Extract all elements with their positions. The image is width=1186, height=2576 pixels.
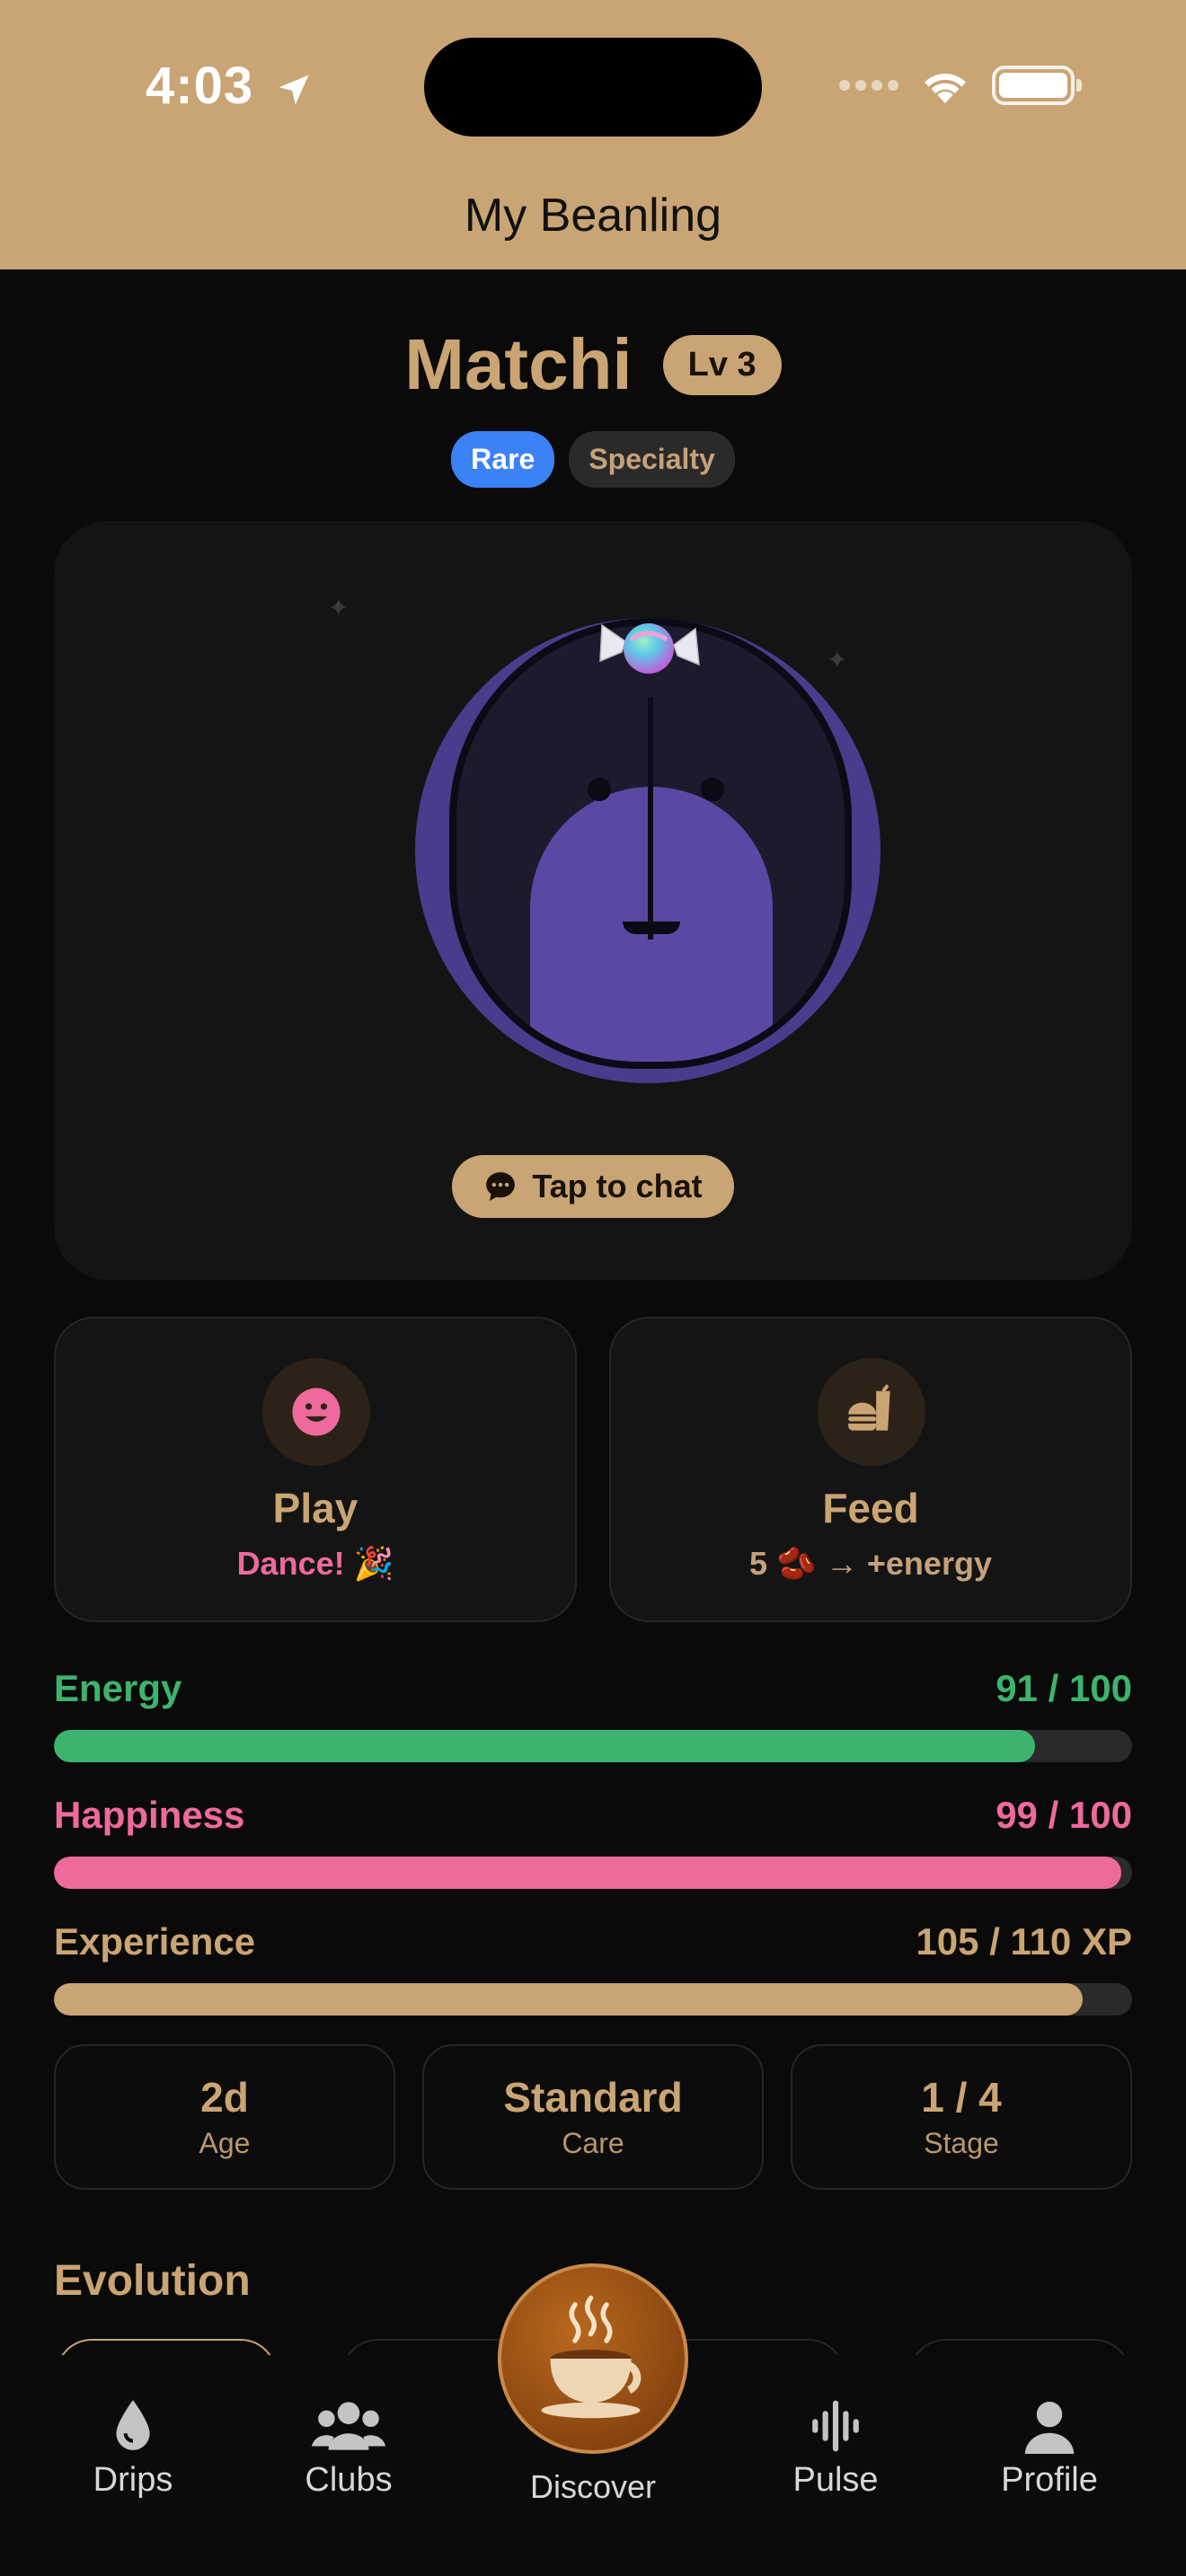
wifi-icon [925, 73, 966, 103]
feed-icon-wrap [818, 1358, 925, 1466]
cellular-signal-icon [839, 80, 898, 91]
burger-drink-icon [848, 1384, 890, 1431]
coffee-cup-icon [541, 2295, 642, 2419]
experience-value: 105 / 110 XP [916, 1920, 1132, 1963]
play-icon-wrap [262, 1358, 370, 1466]
energy-bar-fill [54, 1730, 1035, 1762]
play-subtitle: Dance! 🎉 [236, 1545, 394, 1582]
energy-meter: Energy 91 / 100 [54, 1667, 1132, 1762]
tab-drips[interactable]: Drips [43, 2398, 223, 2500]
happiness-bar-fill [54, 1857, 1121, 1889]
pet-mouth [623, 922, 680, 934]
care-label: Care [562, 2127, 624, 2159]
happiness-meter: Happiness 99 / 100 [54, 1794, 1132, 1889]
experience-label: Experience [54, 1920, 256, 1963]
care-box: Standard Care [422, 2044, 764, 2190]
pet-eye [588, 778, 611, 801]
person-icon [1024, 2401, 1075, 2454]
sparkle-icon: ✦ [827, 646, 848, 674]
pet-name: Matchi [404, 324, 633, 404]
energy-value: 91 / 100 [996, 1667, 1132, 1709]
energy-label: Energy [54, 1667, 182, 1709]
feed-card[interactable]: Feed 5 🫘 → +energy [609, 1317, 1132, 1622]
experience-meter: Experience 105 / 110 XP [54, 1920, 1132, 2016]
tap-to-chat-button[interactable]: Tap to chat [452, 1155, 734, 1218]
pet-stem [648, 697, 653, 940]
page-title: My Beanling [464, 190, 722, 242]
tab-clubs-label: Clubs [305, 2461, 393, 2499]
candy-icon [599, 623, 700, 674]
pet-display-card[interactable]: ✦ ✦ Tap to chat [54, 521, 1132, 1280]
discover-button[interactable] [498, 2263, 688, 2454]
smiley-icon [292, 1388, 341, 1436]
evolution-title: Evolution [54, 2257, 251, 2305]
pet-tags: Rare Specialty [0, 431, 1186, 488]
location-arrow-icon [279, 75, 309, 105]
status-icons [839, 65, 1082, 106]
feed-title: Feed [822, 1485, 919, 1531]
tap-to-chat-label: Tap to chat [532, 1168, 703, 1204]
age-label: Age [199, 2127, 251, 2159]
pet-name-row: Matchi Lv 3 [0, 323, 1186, 406]
chat-bubble-icon [486, 1172, 516, 1201]
header-bar: 4:03 My Beanling [0, 0, 1186, 269]
battery-icon [992, 66, 1082, 105]
tab-clubs[interactable]: Clubs [259, 2398, 438, 2500]
tab-profile[interactable]: Profile [960, 2398, 1139, 2500]
status-time-text: 4:03 [146, 57, 254, 115]
rarity-tag: Rare [451, 431, 555, 488]
tab-profile-label: Profile [1001, 2461, 1098, 2499]
pet-frame [449, 618, 852, 1069]
dynamic-island [424, 38, 762, 137]
care-value: Standard [503, 2074, 683, 2121]
experience-bar-fill [54, 1983, 1084, 2016]
waveform-icon [812, 2400, 859, 2452]
stage-value: 1 / 4 [921, 2074, 1002, 2121]
tab-discover-label[interactable]: Discover [503, 2468, 683, 2506]
stage-box: 1 / 4 Stage [791, 2044, 1132, 2190]
group-icon [312, 2402, 385, 2450]
age-box: 2d Age [54, 2044, 395, 2190]
tab-drips-label: Drips [93, 2461, 173, 2499]
happiness-value: 99 / 100 [996, 1794, 1132, 1836]
pet-avatar[interactable] [415, 618, 881, 1083]
pet-eye [701, 778, 724, 801]
age-value: 2d [200, 2074, 249, 2121]
sparkle-icon: ✦ [328, 594, 350, 622]
feed-subtitle: 5 🫘 → +energy [749, 1545, 992, 1582]
category-tag: Specialty [569, 431, 735, 488]
tab-pulse-label: Pulse [792, 2461, 879, 2499]
play-title: Play [272, 1485, 358, 1531]
drop-icon [116, 2400, 150, 2450]
happiness-label: Happiness [54, 1794, 245, 1836]
stage-label: Stage [924, 2127, 999, 2159]
play-card[interactable]: Play Dance! 🎉 [54, 1317, 577, 1622]
status-time: 4:03 [146, 56, 314, 116]
tab-pulse[interactable]: Pulse [746, 2398, 925, 2500]
level-badge: Lv 3 [662, 334, 782, 395]
